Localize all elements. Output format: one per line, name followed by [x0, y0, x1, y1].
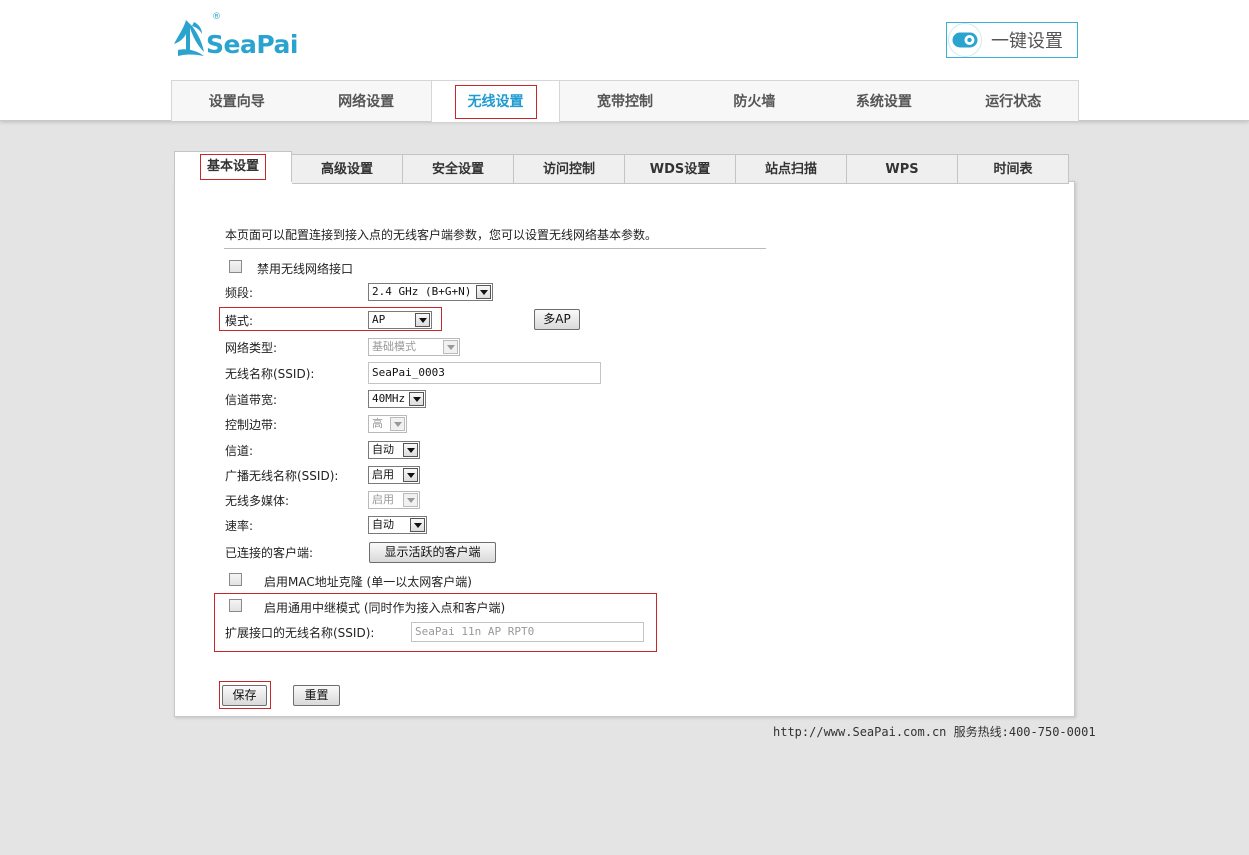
ssid-label: 无线名称(SSID): [225, 367, 315, 381]
main-nav: 设置向导 网络设置 无线设置 宽带控制 防火墙 系统设置 运行状态 [171, 80, 1079, 122]
reset-button[interactable]: 重置 [293, 685, 340, 706]
wmm-value: 启用 [372, 493, 394, 506]
disable-wireless-checkbox[interactable] [229, 260, 242, 273]
clients-label: 已连接的客户端: [225, 546, 314, 560]
onekey-setup-label: 一键设置 [991, 31, 1063, 52]
sideband-label: 控制边带: [225, 418, 278, 432]
band-value: 2.4 GHz (B+G+N) [372, 285, 472, 298]
chevron-down-icon [415, 313, 430, 327]
chevron-down-icon [403, 443, 418, 457]
page-description: 本页面可以配置连接到接入点的无线客户端参数，您可以设置无线网络基本参数。 [225, 228, 658, 242]
mac-clone-checkbox[interactable] [229, 573, 242, 586]
tab-label: 访问控制 [542, 162, 595, 177]
disable-wireless-label: 禁用无线网络接口 [257, 262, 354, 276]
nav-item-firewall[interactable]: 防火墙 [690, 81, 819, 121]
rate-select[interactable]: 自动 [368, 516, 427, 534]
nav-item-label: 系统设置 [855, 94, 912, 110]
network-type-select[interactable]: 基础模式 [368, 338, 460, 356]
sideband-value: 高 [372, 417, 383, 430]
network-type-label: 网络类型: [225, 341, 278, 355]
broadcast-ssid-value: 启用 [372, 468, 394, 481]
brand-logo[interactable]: ® SeaPai [172, 12, 302, 60]
chevron-down-icon [443, 340, 458, 354]
footer-hotline: 服务热线:400-750-0001 [953, 725, 1096, 739]
tab-basic-settings[interactable]: 基本设置 [174, 151, 292, 182]
channel-width-select[interactable]: 40MHz [368, 390, 426, 408]
tab-label: WDS设置 [649, 162, 711, 177]
network-type-value: 基础模式 [372, 340, 416, 353]
multi-ap-button[interactable]: 多AP [534, 309, 580, 330]
channel-width-value: 40MHz [372, 392, 406, 405]
nav-item-bandwidth-control[interactable]: 宽带控制 [560, 81, 689, 121]
band-select[interactable]: 2.4 GHz (B+G+N) [368, 283, 493, 301]
tab-label: WPS [885, 162, 919, 177]
ext-ssid-input[interactable]: SeaPai 11n AP RPT0 [411, 622, 644, 642]
chevron-down-icon [409, 392, 424, 406]
tab-site-survey[interactable]: 站点扫描 [736, 154, 847, 184]
tab-label: 站点扫描 [764, 162, 817, 177]
tab-advanced-settings[interactable]: 高级设置 [292, 154, 403, 184]
nav-item-label: 运行状态 [985, 94, 1042, 110]
nav-item-setup-wizard[interactable]: 设置向导 [172, 81, 301, 121]
tab-wds-settings[interactable]: WDS设置 [625, 154, 736, 184]
mode-value: AP [372, 313, 386, 326]
tab-wps[interactable]: WPS [847, 154, 958, 184]
brand-name: SeaPai [206, 30, 298, 59]
tab-security-settings[interactable]: 安全设置 [403, 154, 514, 184]
broadcast-ssid-select[interactable]: 启用 [368, 466, 420, 484]
nav-item-label: 防火墙 [733, 94, 776, 110]
chevron-down-icon [403, 493, 418, 507]
chevron-down-icon [390, 417, 405, 431]
chevron-down-icon [476, 285, 491, 299]
band-label: 频段: [225, 286, 254, 300]
nav-item-system-settings[interactable]: 系统设置 [819, 81, 948, 121]
chevron-down-icon [410, 518, 425, 532]
repeater-label: 启用通用中继模式 (同时作为接入点和客户端) [264, 601, 506, 615]
rate-label: 速率: [225, 519, 254, 533]
header: ® SeaPai 一键设置 设置向导 网络设置 无线设置 宽带控制 防火墙 系统… [0, 0, 1249, 122]
chevron-down-icon [403, 468, 418, 482]
nav-item-label: 宽带控制 [596, 94, 653, 110]
nav-item-network-settings[interactable]: 网络设置 [301, 81, 430, 121]
nav-item-label: 无线设置 [454, 85, 537, 119]
toggle-icon [948, 23, 982, 57]
mode-select[interactable]: AP [368, 311, 432, 329]
sideband-select[interactable]: 高 [368, 415, 407, 433]
sub-tabs: 基本设置 高级设置 安全设置 访问控制 WDS设置 站点扫描 WPS 时间表 [174, 151, 1069, 184]
wmm-label: 无线多媒体: [225, 494, 290, 508]
registered-mark: ® [212, 12, 221, 22]
rate-value: 自动 [372, 518, 394, 531]
broadcast-ssid-label: 广播无线名称(SSID): [225, 469, 339, 483]
tab-access-control[interactable]: 访问控制 [514, 154, 625, 184]
ext-ssid-label: 扩展接口的无线名称(SSID): [225, 626, 375, 640]
channel-value: 自动 [372, 443, 394, 456]
wmm-select[interactable]: 启用 [368, 491, 420, 509]
divider [224, 248, 766, 249]
save-button[interactable]: 保存 [222, 685, 267, 706]
footer: http://www.SeaPai.com.cn 服务热线:400-750-00… [773, 723, 1096, 740]
show-active-clients-button[interactable]: 显示活跃的客户端 [369, 542, 496, 563]
mac-clone-label: 启用MAC地址克隆 (单一以太网客户端) [264, 575, 472, 589]
nav-item-wireless-settings[interactable]: 无线设置 [430, 81, 561, 122]
channel-label: 信道: [225, 444, 254, 458]
ssid-input[interactable]: SeaPai_0003 [368, 362, 601, 384]
footer-url[interactable]: http://www.SeaPai.com.cn [773, 725, 946, 739]
tab-schedule[interactable]: 时间表 [958, 154, 1069, 184]
tab-label: 基本设置 [199, 154, 266, 180]
nav-item-running-status[interactable]: 运行状态 [949, 81, 1078, 121]
nav-item-label: 设置向导 [208, 94, 265, 110]
nav-item-label: 网络设置 [338, 94, 395, 110]
tab-label: 时间表 [993, 162, 1033, 177]
channel-select[interactable]: 自动 [368, 441, 420, 459]
tab-label: 安全设置 [431, 162, 484, 177]
tab-label: 高级设置 [320, 162, 373, 177]
onekey-setup-button[interactable]: 一键设置 [946, 22, 1078, 58]
channel-width-label: 信道带宽: [225, 393, 278, 407]
mode-label: 模式: [225, 314, 254, 328]
repeater-checkbox[interactable] [229, 599, 242, 612]
